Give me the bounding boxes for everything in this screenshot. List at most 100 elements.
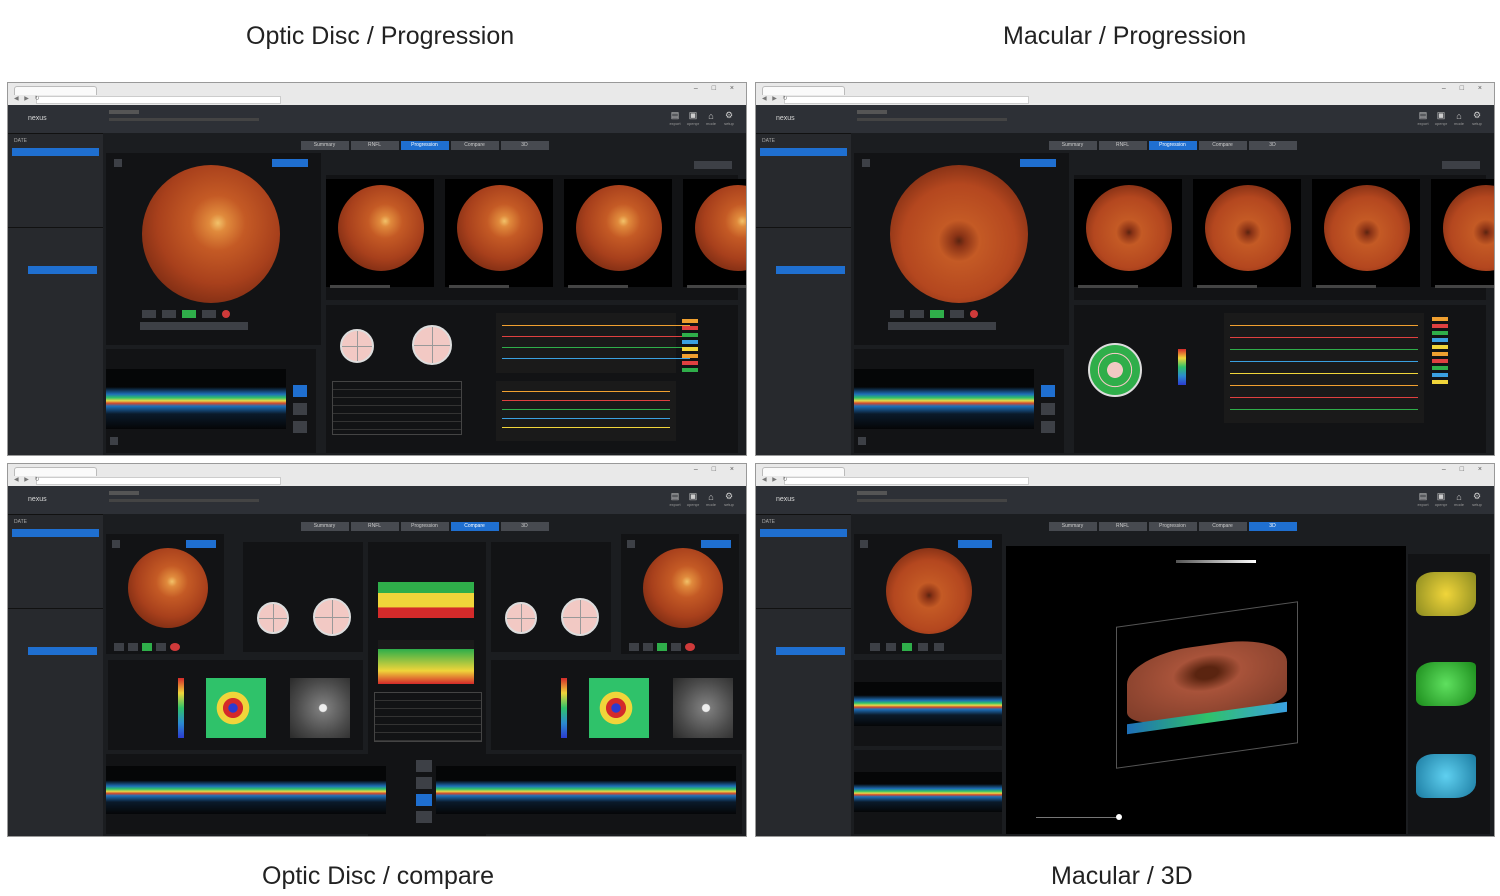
target-icon[interactable] [970,310,978,318]
tab-progression[interactable]: Progression [1148,522,1197,531]
exam-group[interactable] [756,701,851,710]
bscan-image[interactable] [106,369,286,429]
thumbnail-fundus[interactable] [1324,185,1410,271]
bscan-tool-button[interactable] [1041,421,1055,433]
control-icon[interactable] [170,643,180,651]
home-button[interactable]: ⌂ mode [1450,111,1468,126]
rnfl-profile-chart[interactable] [378,640,474,684]
enface-image[interactable] [673,678,733,738]
tab-summary[interactable]: Summary [1048,141,1097,150]
bscan-tool-button[interactable] [293,385,307,397]
view-select[interactable] [272,159,308,167]
bscan-image[interactable] [854,682,1002,726]
exam-item[interactable] [756,750,851,758]
date-item-selected[interactable] [760,148,847,156]
exam-item[interactable] [8,306,103,314]
exam-item[interactable] [8,750,103,758]
exam-group[interactable] [756,233,851,242]
export-button[interactable]: ▤ export [666,491,684,507]
exam-item[interactable] [756,361,851,369]
exam-item[interactable] [8,663,103,671]
browser-nav-icons[interactable]: ◀ ▶ ↻ [14,476,42,483]
exam-item[interactable] [756,742,851,750]
tab-progression[interactable]: Progression [400,141,449,150]
exam-item[interactable] [8,369,103,377]
thumbnail-fundus[interactable] [1086,185,1172,271]
bscan-left[interactable] [106,766,386,814]
fundus-image[interactable] [142,165,280,303]
flag-icon[interactable] [910,310,924,318]
flag-icon[interactable] [162,310,176,318]
exam-item[interactable] [8,282,103,290]
view-select[interactable] [701,540,731,548]
rnfl-quadrant-chart[interactable] [340,329,374,363]
browser-tab[interactable] [762,86,845,95]
exam-item[interactable] [756,290,851,298]
exam-item[interactable] [756,623,851,631]
rnfl-clockhour-chart[interactable] [561,598,599,636]
thickness-heatmap[interactable] [206,678,266,738]
exam-item[interactable] [8,345,103,353]
exam-item[interactable] [756,663,851,671]
green-icon[interactable] [182,310,196,318]
bscan-tool-button[interactable] [416,794,432,806]
tab-compare[interactable]: Compare [1198,141,1247,150]
eye-button[interactable] [114,159,122,167]
gear-button[interactable]: ⚙ setup [1468,110,1486,126]
control-icon[interactable] [918,643,928,651]
bscan-tool-button[interactable] [416,811,432,823]
thumbnail-fundus[interactable] [1205,185,1291,271]
exam-item[interactable] [756,345,851,353]
exam-item[interactable] [756,758,851,766]
tab-3d[interactable]: 3D [500,141,549,150]
view-all-button[interactable] [1442,161,1480,169]
bscan-tool-button[interactable] [1041,403,1055,415]
exam-item[interactable] [8,742,103,750]
address-bar[interactable] [36,477,281,485]
browser-tab[interactable] [14,467,97,476]
rnfl-thickness-chart[interactable] [378,582,474,618]
exam-item[interactable] [28,266,97,274]
tab-summary[interactable]: Summary [1048,522,1097,531]
browser-nav-icons[interactable]: ◀ ▶ ↻ [14,95,42,102]
opacity-slider-handle[interactable] [1116,814,1122,820]
exam-item[interactable] [8,679,103,687]
bscan-select[interactable] [858,437,866,445]
grid-icon[interactable] [950,310,964,318]
fundus-image[interactable] [128,548,208,628]
date-item[interactable] [756,537,851,546]
window-controls[interactable]: – □ × [694,466,740,473]
rnfl-clockhour-chart[interactable] [412,325,452,365]
exam-item[interactable] [756,655,851,663]
exam-item[interactable] [8,710,103,718]
bscan-tool-button[interactable] [1041,385,1055,397]
date-item-selected[interactable] [12,148,99,156]
exam-item[interactable] [776,266,845,274]
exam-item[interactable] [756,710,851,718]
tab-rnfl[interactable]: RNFL [1098,522,1147,531]
tab-3d[interactable]: 3D [1248,141,1297,150]
control-icon[interactable] [934,643,944,651]
exam-item[interactable] [8,639,103,647]
eye-button[interactable] [112,540,120,548]
exam-item[interactable] [756,718,851,726]
exam-item[interactable] [8,242,103,250]
exam-item[interactable] [756,687,851,695]
gear-button[interactable]: ⚙ setup [1468,491,1486,507]
opacity-slider[interactable] [1036,817,1116,818]
exam-item[interactable] [776,647,845,655]
measurement-progression-chart[interactable] [496,381,676,441]
fundus-image[interactable] [643,548,723,628]
exam-item[interactable] [8,671,103,679]
folder-button[interactable]: ▣ openpr [684,491,702,507]
exam-item[interactable] [8,298,103,306]
tab-compare[interactable]: Compare [450,141,499,150]
control-icon[interactable] [643,643,653,651]
home-button[interactable]: ⌂ mode [1450,492,1468,507]
folder-button[interactable]: ▣ openpr [684,110,702,126]
tab-summary[interactable]: Summary [300,141,349,150]
exam-group[interactable] [8,233,103,242]
view-select[interactable] [1020,159,1056,167]
exam-group[interactable] [8,701,103,710]
date-item-selected[interactable] [12,529,99,537]
